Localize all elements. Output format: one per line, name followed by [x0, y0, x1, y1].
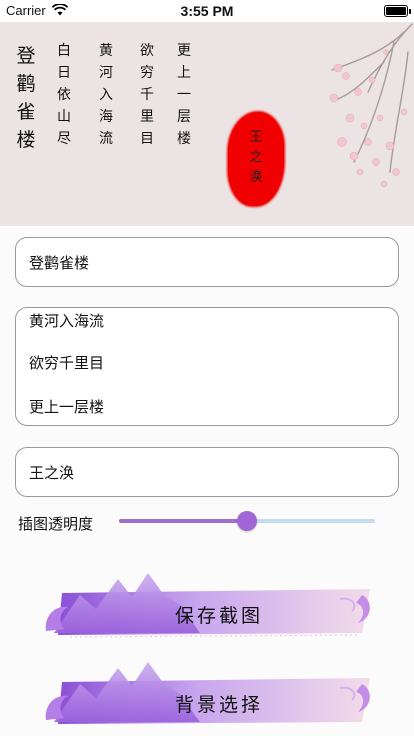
poem-line-1: 白日依山尽: [57, 43, 71, 147]
status-bar: Carrier 3:55 PM: [0, 0, 414, 22]
background-select-label: 背景选择: [174, 694, 263, 716]
plum-blossom-illustration: [329, 23, 413, 188]
title-input-value: 登鹳雀楼: [29, 254, 90, 272]
author-input[interactable]: 王之涣: [15, 447, 399, 497]
poem-body-line: 更上一层楼: [29, 398, 105, 416]
author-input-value: 王之涣: [29, 464, 75, 482]
poem-body-textarea[interactable]: 黄河入海流 欲穷千里目 更上一层楼: [15, 307, 399, 426]
author-seal: 王之涣: [228, 112, 284, 206]
save-screenshot-label: 保存截图: [174, 605, 263, 627]
poem-line-3: 欲穷千里目: [140, 43, 154, 147]
save-screenshot-button[interactable]: 保存截图: [40, 571, 374, 641]
slider-fill: [119, 519, 247, 523]
background-select-button[interactable]: 背景选择: [40, 660, 374, 730]
poem-line-2: 黄河入海流: [99, 43, 113, 147]
title-input[interactable]: 登鹳雀楼: [15, 237, 399, 287]
poem-preview: 登 鹳 雀 楼 白日依山尽 黄河入海流 欲穷千里目 更上一层楼 王之涣: [0, 22, 414, 226]
poem-line-4: 更上一层楼: [177, 43, 191, 147]
opacity-slider[interactable]: [119, 511, 375, 531]
battery-icon: [384, 5, 411, 17]
poem-body-line: 黄河入海流: [29, 312, 105, 330]
opacity-label: 插图透明度: [18, 515, 94, 533]
clock: 3:55 PM: [180, 3, 234, 19]
poem-title: 登 鹳 雀 楼: [16, 45, 36, 151]
slider-thumb[interactable]: [237, 511, 257, 531]
poem-body-line: 欲穷千里目: [29, 354, 105, 372]
